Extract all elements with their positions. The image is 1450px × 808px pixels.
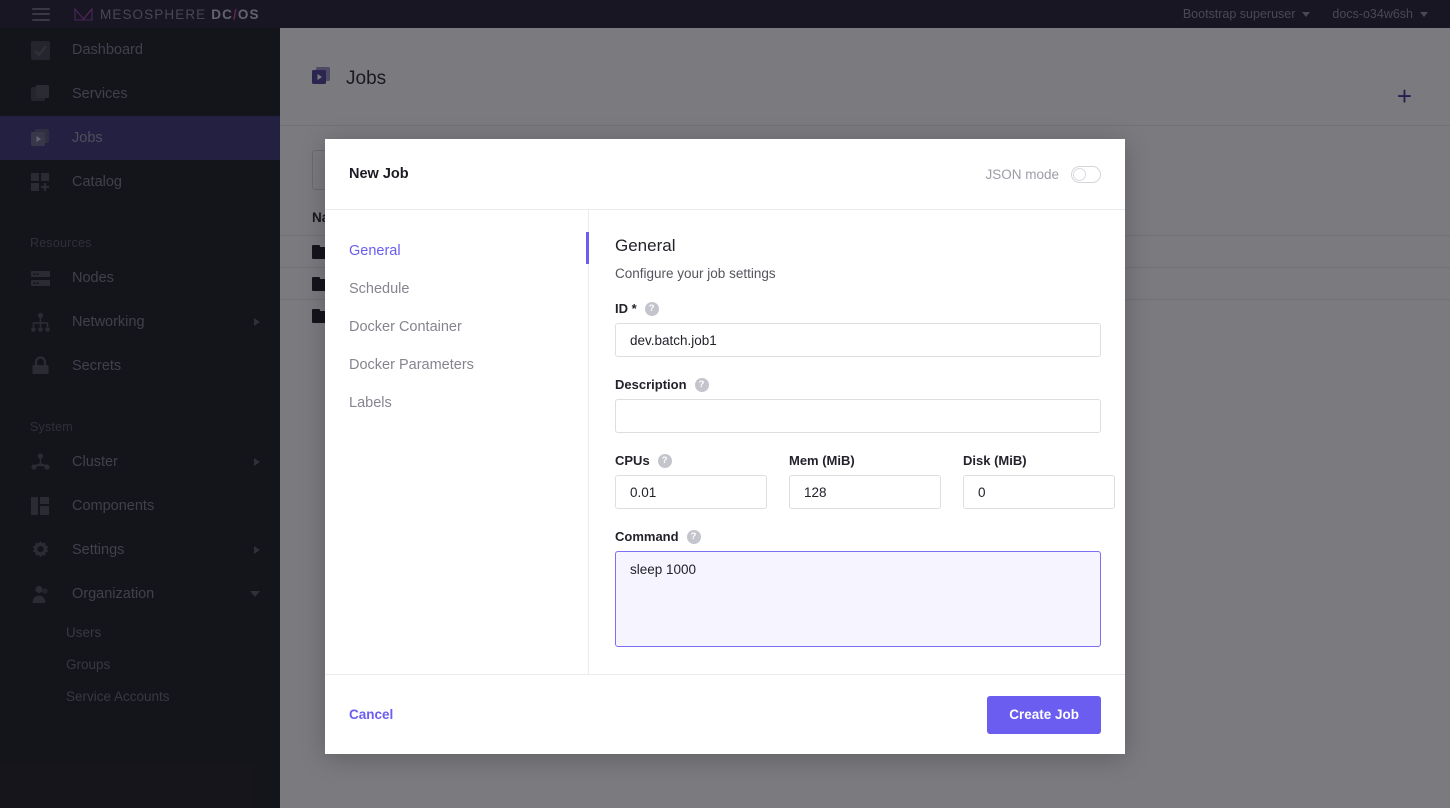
id-input[interactable] (615, 323, 1101, 357)
form-heading: General (615, 236, 676, 255)
field-mem-label: Mem (MiB) (789, 453, 941, 468)
form-subheading: Configure your job settings (615, 266, 776, 281)
field-id-label-text: ID * (615, 301, 637, 316)
help-icon[interactable]: ? (694, 377, 709, 392)
modal-tab-docker-parameters[interactable]: Docker Parameters (325, 346, 588, 384)
modal-sidebar-nav: General Schedule Docker Container Docker… (325, 210, 589, 674)
field-mem-label-text: Mem (MiB) (789, 453, 855, 468)
toggle-knob (1073, 167, 1086, 181)
field-mem: Mem (MiB) (789, 453, 941, 509)
new-job-modal: New Job JSON mode General Schedule Docke… (325, 139, 1125, 754)
field-cpus-label: CPUs ? (615, 453, 767, 468)
field-disk: Disk (MiB) (963, 453, 1115, 509)
json-mode-toggle[interactable] (1071, 165, 1101, 183)
field-disk-label-text: Disk (MiB) (963, 453, 1027, 468)
modal-body: General Schedule Docker Container Docker… (325, 209, 1125, 674)
field-description-label: Description ? (615, 377, 1101, 392)
resources-row: CPUs ? Mem (MiB) Disk (MiB) (615, 453, 1115, 509)
field-description: Description ? (615, 377, 1101, 433)
field-id-label: ID * ? (615, 301, 1101, 316)
field-id: ID * ? (615, 301, 1101, 357)
modal-tab-label: General (349, 243, 401, 259)
modal-tab-label: Schedule (349, 281, 410, 297)
mem-input[interactable] (789, 475, 941, 509)
field-command-label: Command ? (615, 529, 1101, 544)
modal-tab-schedule[interactable]: Schedule (325, 270, 588, 308)
help-icon[interactable]: ? (686, 529, 701, 544)
modal-tab-labels[interactable]: Labels (325, 384, 588, 422)
modal-title: New Job (349, 166, 409, 182)
command-textarea[interactable]: sleep 1000 (615, 551, 1101, 647)
json-mode-control: JSON mode (985, 165, 1101, 183)
disk-input[interactable] (963, 475, 1115, 509)
create-job-button[interactable]: Create Job (987, 695, 1101, 734)
modal-tab-label: Docker Parameters (349, 357, 474, 373)
modal-tab-docker-container[interactable]: Docker Container (325, 308, 588, 346)
help-icon[interactable]: ? (657, 453, 672, 468)
active-tab-indicator (586, 232, 589, 264)
field-cpus: CPUs ? (615, 453, 767, 509)
field-description-label-text: Description (615, 377, 687, 392)
help-icon[interactable]: ? (644, 301, 659, 316)
field-cpus-label-text: CPUs (615, 453, 650, 468)
modal-tab-label: Docker Container (349, 319, 462, 335)
modal-footer: Cancel Create Job (325, 674, 1125, 754)
json-mode-label: JSON mode (985, 166, 1059, 182)
cancel-button[interactable]: Cancel (349, 707, 393, 722)
modal-tab-general[interactable]: General (325, 232, 588, 270)
general-form: General Configure your job settings ID *… (589, 210, 1125, 674)
field-command-label-text: Command (615, 529, 679, 544)
description-input[interactable] (615, 399, 1101, 433)
field-command: Command ? sleep 1000 (615, 529, 1101, 652)
field-disk-label: Disk (MiB) (963, 453, 1115, 468)
modal-tab-label: Labels (349, 395, 392, 411)
cpus-input[interactable] (615, 475, 767, 509)
modal-header: New Job JSON mode (325, 139, 1125, 209)
